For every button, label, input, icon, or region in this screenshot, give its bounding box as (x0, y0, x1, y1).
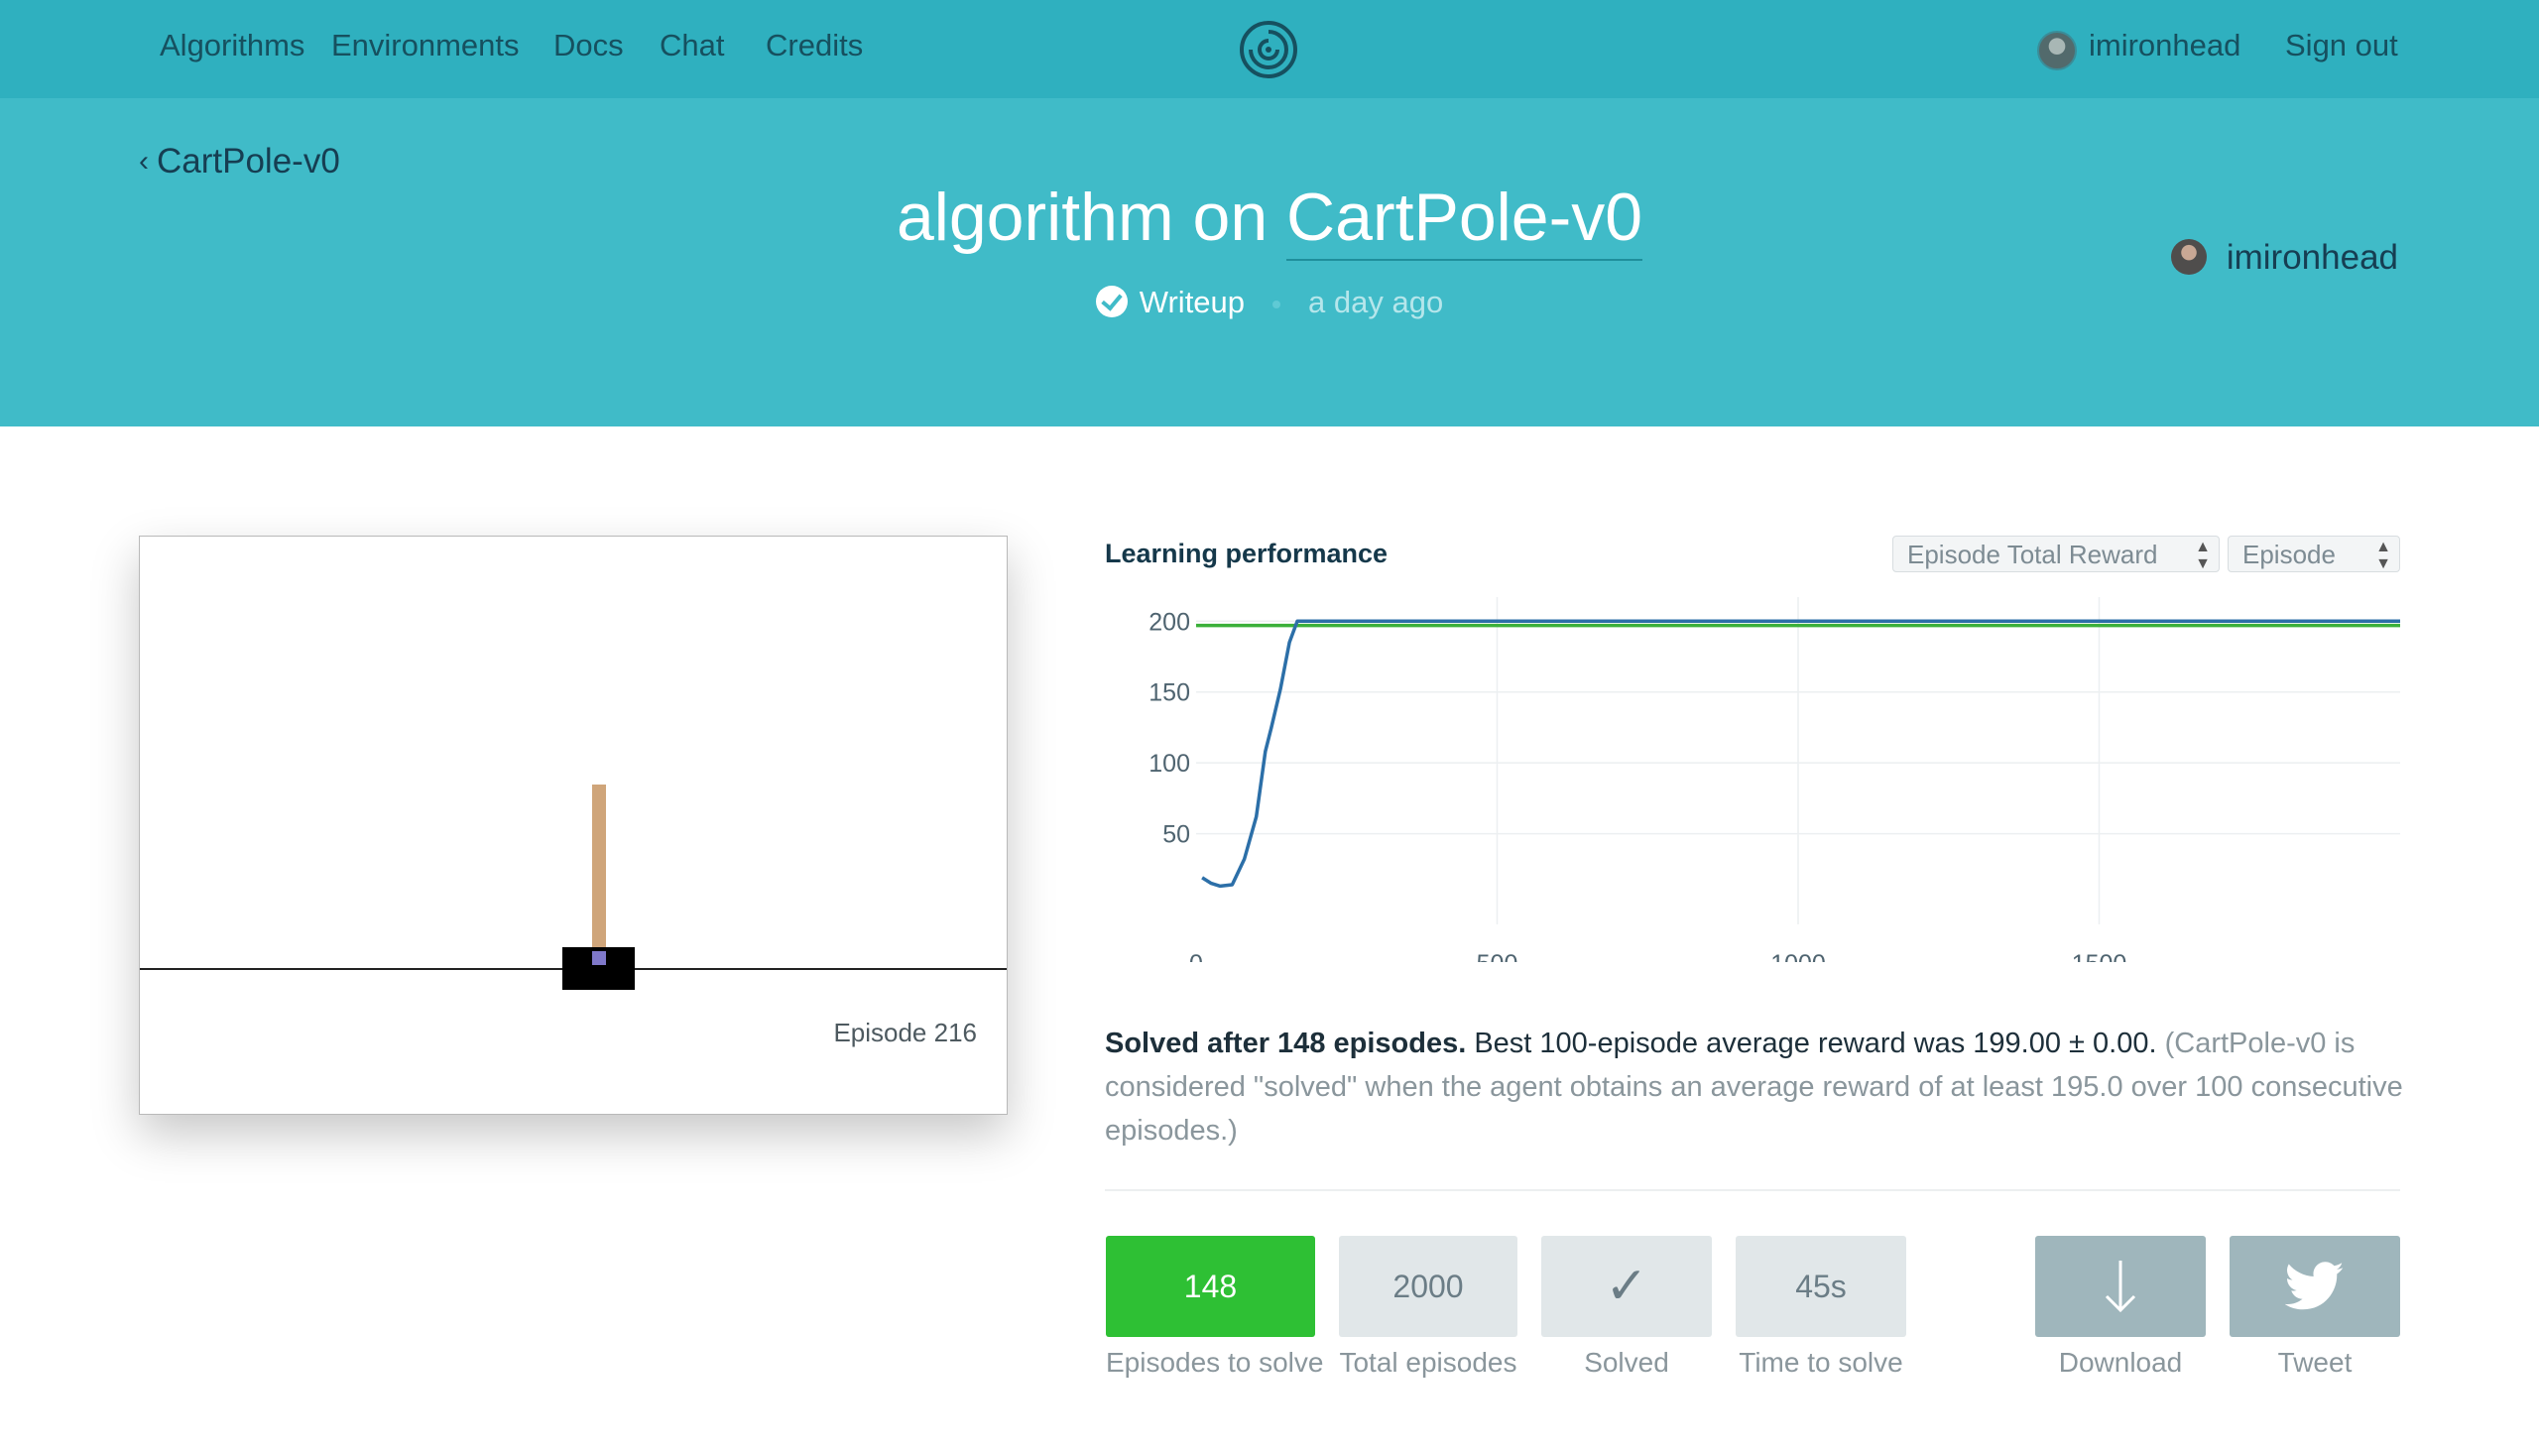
timestamp: a day ago (1308, 285, 1444, 319)
nav-link-credits[interactable]: Credits (766, 28, 863, 63)
time-to-solve-value: 45s (1736, 1236, 1906, 1337)
chevron-left-icon: ‹ (139, 145, 149, 178)
nav-link-algorithms[interactable]: Algorithms (160, 28, 304, 63)
top-navbar: Algorithms Environments Docs Chat Credit… (0, 0, 2539, 98)
x-tick-label: 1000 (1770, 950, 1826, 962)
x-tick-label: 1500 (2072, 950, 2127, 962)
nav-link-docs[interactable]: Docs (553, 28, 624, 63)
tweet-label[interactable]: Tweet (2230, 1347, 2400, 1379)
y-tick-label: 200 (1149, 608, 1190, 636)
hero-banner (0, 98, 2539, 426)
solved-text: Solved after 148 episodes. (1105, 1028, 1467, 1059)
author-link[interactable]: imironhead (2170, 238, 2398, 278)
check-circle-icon (1095, 286, 1128, 317)
back-link-label: CartPole-v0 (157, 142, 340, 181)
episodes-to-solve-value: 148 (1106, 1236, 1315, 1337)
x-tick-label: 500 (1477, 950, 1518, 962)
download-button[interactable] (2035, 1236, 2206, 1337)
divider (1105, 1189, 2400, 1191)
page-title: algorithm on CartPole-v0 (0, 179, 2539, 261)
episode-label: Episode 216 (833, 1018, 977, 1047)
separator-dot (1272, 300, 1281, 308)
solved-check-icon: ✓ (1541, 1236, 1712, 1337)
x-axis-select-value: Episode (2242, 540, 2336, 569)
nav-user-link[interactable]: imironhead (2089, 28, 2240, 63)
cartpole-pole (592, 785, 606, 960)
nav-link-chat[interactable]: Chat (660, 28, 724, 63)
twitter-bird-icon (2285, 1262, 2344, 1310)
total-episodes-label: Total episodes (1339, 1347, 1517, 1378)
title-subline: Writeup a day ago (0, 285, 2539, 320)
solve-summary: Solved after 148 episodes. Best 100-epis… (1105, 1022, 2404, 1153)
episodes-to-solve-label: Episodes to solve (1106, 1347, 1324, 1378)
cartpole-axle (592, 951, 606, 965)
series-line (1201, 619, 2400, 889)
chart-title: Learning performance (1105, 539, 1389, 568)
download-arrow-icon (2105, 1261, 2136, 1313)
writeup-link[interactable]: Writeup (1140, 285, 1245, 319)
openai-gym-logo-icon[interactable] (1238, 19, 1299, 80)
title-prefix: algorithm on (896, 180, 1287, 255)
metric-select[interactable]: Episode Total Reward ▲ ▼ (1892, 536, 2220, 572)
y-tick-label: 150 (1149, 679, 1190, 707)
download-label[interactable]: Download (2035, 1347, 2206, 1379)
author-name: imironhead (2226, 238, 2398, 277)
x-tick-label: 0 (1189, 950, 1203, 962)
sign-out-link[interactable]: Sign out (2285, 28, 2398, 63)
y-tick-label: 50 (1162, 821, 1190, 849)
nav-avatar[interactable] (2037, 31, 2077, 70)
episode-video-player[interactable]: Episode 216 (139, 536, 1008, 1115)
solved-label: Solved (1584, 1347, 1669, 1378)
learning-performance-chart: 50 150 100 200 0 500 1000 1500 (1149, 597, 2400, 962)
x-axis-select[interactable]: Episode ▲ ▼ (2228, 536, 2400, 572)
title-environment-link[interactable]: CartPole-v0 (1286, 180, 1643, 261)
select-arrows-icon: ▲ ▼ (2375, 539, 2391, 572)
metric-select-value: Episode Total Reward (1907, 540, 2158, 569)
back-to-environment-link[interactable]: ‹ CartPole-v0 (139, 142, 340, 182)
tweet-button[interactable] (2230, 1236, 2400, 1337)
y-tick-label: 100 (1149, 750, 1190, 778)
author-avatar (2170, 239, 2207, 275)
select-arrows-icon: ▲ ▼ (2195, 539, 2211, 572)
time-to-solve-label: Time to solve (1739, 1347, 1903, 1378)
total-episodes-value: 2000 (1339, 1236, 1517, 1337)
best-reward-text: Best 100-episode average reward was 199.… (1466, 1028, 2157, 1059)
nav-link-environments[interactable]: Environments (331, 28, 520, 63)
